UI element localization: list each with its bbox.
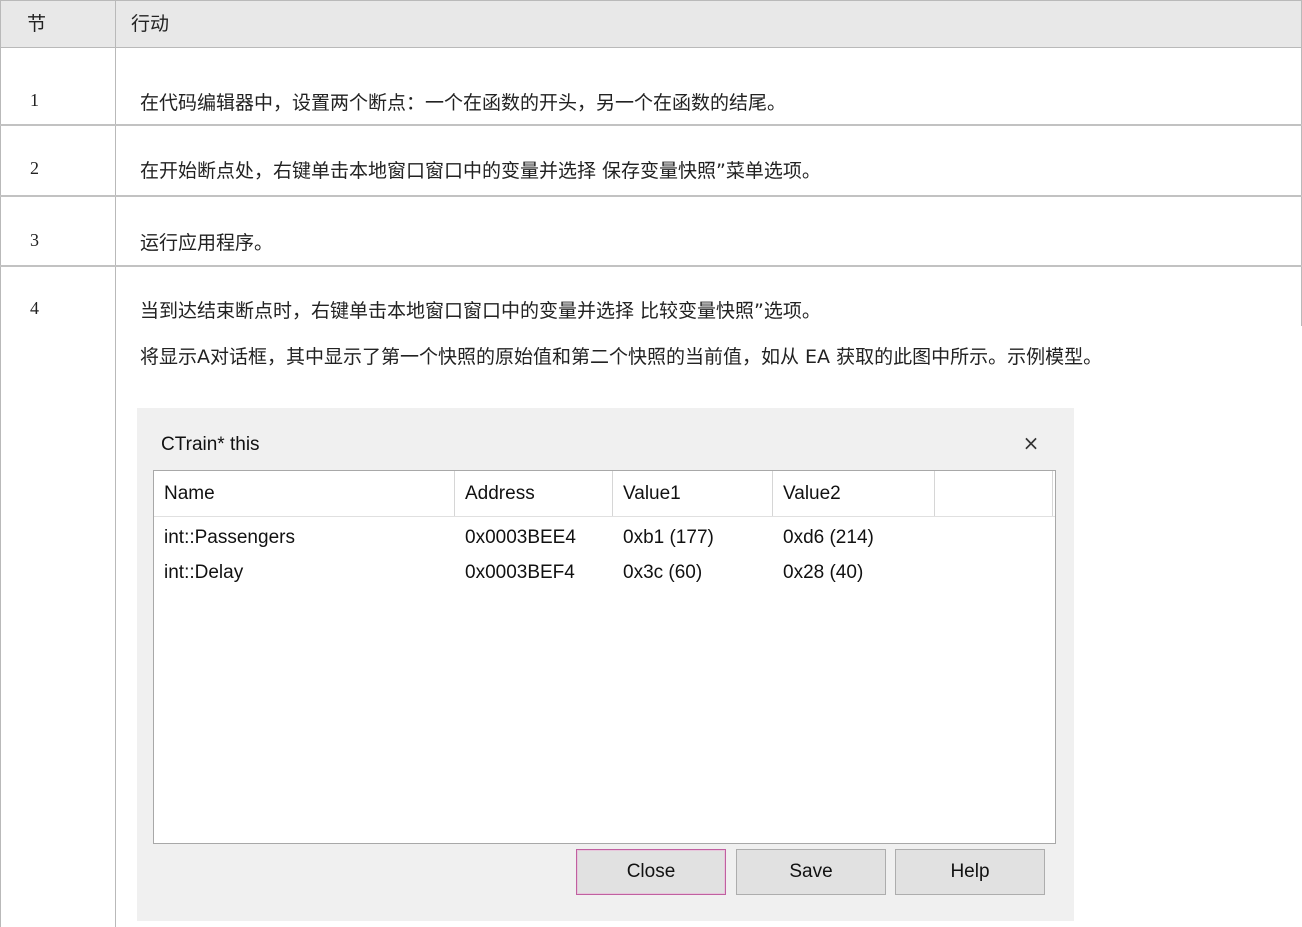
save-button[interactable]: Save [736, 849, 886, 895]
table-header: 节 行动 [0, 0, 1302, 48]
row-divider [0, 265, 1302, 267]
table-left-border [0, 48, 1, 927]
step-text: 当到达结束断点时，右键单击本地窗口窗口中的变量并选择 比较变量快照”选项。 [140, 300, 821, 322]
list-row[interactable]: int::Delay 0x0003BEF4 0x3c (60) 0x28 (40… [154, 556, 1055, 590]
cell-value1: 0xb1 (177) [623, 527, 714, 548]
steps-table: 节 行动 1 在代码编辑器中，设置两个断点：一个在函数的开头，另一个在函数的结尾… [0, 0, 1302, 927]
close-button[interactable]: Close [576, 849, 726, 895]
step-text: 在开始断点处，右键单击本地窗口窗口中的变量并选择 保存变量快照”菜单选项。 [140, 160, 821, 182]
step-text: 在代码编辑器中，设置两个断点：一个在函数的开头，另一个在函数的结尾。 [140, 92, 787, 114]
help-button[interactable]: Help [895, 849, 1045, 895]
list-row[interactable]: int::Passengers 0x0003BEE4 0xb1 (177) 0x… [154, 521, 1055, 555]
variable-list[interactable]: Name Address Value1 Value2 int::Passenge… [153, 470, 1056, 844]
row-divider [0, 195, 1302, 197]
column-value1[interactable]: Value1 [613, 471, 773, 516]
cell-value1: 0x3c (60) [623, 562, 703, 583]
step-number: 3 [30, 230, 39, 250]
step-number: 4 [30, 298, 39, 318]
table-column-divider [115, 48, 116, 927]
header-section: 节 [27, 13, 47, 35]
header-action: 行动 [131, 13, 170, 35]
step-number: 2 [30, 158, 39, 178]
cell-name: int::Delay [164, 562, 244, 583]
column-extra[interactable] [935, 471, 1053, 516]
cell-address: 0x0003BEE4 [465, 527, 576, 548]
row-divider [0, 124, 1302, 126]
step-number: 1 [30, 90, 39, 110]
column-name[interactable]: Name [154, 471, 455, 516]
cell-value2: 0xd6 (214) [783, 527, 874, 548]
compare-snapshot-dialog: CTrain* this × Name Address Value1 Value… [137, 408, 1074, 921]
step-text: 运行应用程序。 [140, 232, 274, 254]
dialog-title: CTrain* this [161, 434, 260, 455]
step-text-continued: 将显示A对话框，其中显示了第一个快照的原始值和第二个快照的当前值，如从 EA 获… [140, 346, 1103, 368]
cell-name: int::Passengers [164, 527, 295, 548]
header-divider [115, 0, 116, 48]
list-header: Name Address Value1 Value2 [154, 471, 1055, 517]
cell-value2: 0x28 (40) [783, 562, 864, 583]
close-icon[interactable]: × [1020, 432, 1042, 454]
cell-address: 0x0003BEF4 [465, 562, 575, 583]
column-value2[interactable]: Value2 [773, 471, 935, 516]
column-address[interactable]: Address [455, 471, 613, 516]
